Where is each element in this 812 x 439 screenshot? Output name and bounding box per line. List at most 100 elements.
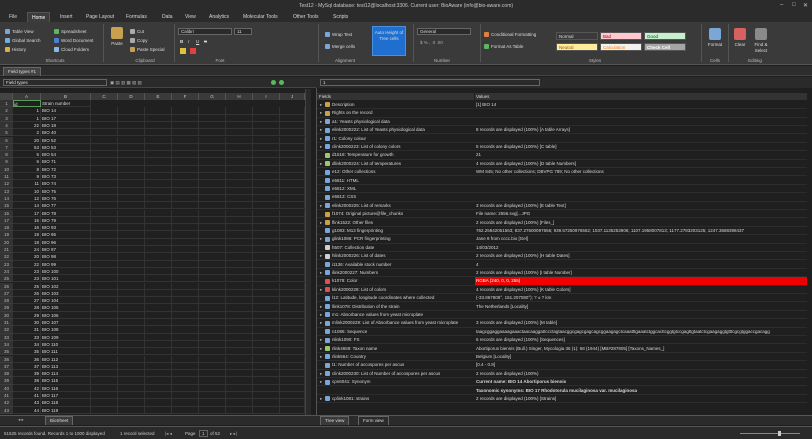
tree-field[interactable]: ▸ mlink2000229: List of Absorbance values… xyxy=(317,319,474,326)
cell-strain-number[interactable]: BIO 105 xyxy=(41,304,91,312)
empty-cell[interactable] xyxy=(226,194,253,203)
tree-field[interactable]: ▸ glink1086: PCR fingerprinting xyxy=(317,235,474,242)
table-row[interactable]: 25 23 BIO 101 xyxy=(0,275,305,283)
empty-cell[interactable] xyxy=(118,282,145,290)
empty-cell[interactable] xyxy=(172,143,199,152)
empty-cell[interactable] xyxy=(145,282,172,290)
table-view-button[interactable]: Table View xyxy=(5,29,34,35)
find-select-button[interactable]: Find & Select xyxy=(750,28,772,53)
minimize-button[interactable]: – xyxy=(780,2,783,8)
empty-cell[interactable] xyxy=(91,129,118,137)
empty-cell[interactable] xyxy=(145,216,172,225)
empty-cell[interactable] xyxy=(91,202,118,210)
empty-cell[interactable] xyxy=(172,158,199,166)
tree-value[interactable]: Abortiporus biennis (Bull.) Singer, Myco… xyxy=(475,345,807,352)
table-row[interactable]: 27 26 BIO 103 xyxy=(0,289,305,298)
empty-cell[interactable] xyxy=(145,136,172,144)
empty-cell[interactable] xyxy=(226,238,253,246)
empty-cell[interactable] xyxy=(118,143,145,152)
tree-value[interactable]: 21 xyxy=(475,151,807,158)
tree-row[interactable]: e5812: XML xyxy=(317,185,807,194)
tree-value[interactable]: 762.25842051563; 837.27600097656; 939.57… xyxy=(475,227,807,234)
empty-cell[interactable] xyxy=(253,151,280,159)
empty-cell[interactable] xyxy=(118,348,145,356)
number-format-select[interactable]: General xyxy=(417,28,471,35)
row-number[interactable]: 38 xyxy=(0,370,13,378)
empty-cell[interactable] xyxy=(91,121,118,130)
empty-cell[interactable] xyxy=(118,136,145,144)
tree-row[interactable]: ▸ nlink1090: FS 6 records are displayed (1… xyxy=(317,336,807,345)
history-button[interactable]: History xyxy=(5,47,26,53)
tree-value[interactable]: 3 records are displayed (100%) [M table] xyxy=(475,319,807,326)
empty-cell[interactable] xyxy=(145,173,172,181)
cell-strain-number[interactable]: BIO 99 xyxy=(41,260,91,268)
row-number[interactable]: 33 xyxy=(0,333,13,341)
tree-field[interactable]: ▸ a1: Yeasts physiological data xyxy=(317,118,474,125)
row-number[interactable]: 18 xyxy=(0,224,13,232)
tree-row[interactable]: i1136: Available stock number 4 xyxy=(317,261,807,269)
empty-cell[interactable] xyxy=(118,377,145,385)
tree-field[interactable]: e5811: HTML xyxy=(317,177,474,184)
cell-strain-number[interactable]: BIO 116 xyxy=(41,384,91,392)
empty-cell[interactable] xyxy=(145,297,172,305)
empty-cell[interactable] xyxy=(199,377,226,385)
empty-cell[interactable] xyxy=(145,143,172,152)
zoom-slider[interactable] xyxy=(740,433,800,434)
cell-strain-number[interactable]: BIO 73 xyxy=(41,173,91,181)
empty-cell[interactable] xyxy=(226,267,253,276)
tree-field[interactable]: ▸ nlink1090: FS xyxy=(317,336,474,343)
empty-cell[interactable] xyxy=(226,173,253,181)
tree-row[interactable]: ▸ Rights on the record xyxy=(317,109,807,118)
empty-cell[interactable] xyxy=(226,333,253,341)
empty-cell[interactable] xyxy=(91,238,118,246)
empty-cell[interactable] xyxy=(145,348,172,356)
close-button[interactable]: ✕ xyxy=(803,2,808,9)
empty-cell[interactable] xyxy=(280,289,305,298)
empty-cell[interactable] xyxy=(145,355,172,363)
tree-field[interactable]: ▸ m1: Absorbance values from yeast microp… xyxy=(317,311,474,318)
global-search-button[interactable]: Global Search xyxy=(5,38,41,44)
empty-cell[interactable] xyxy=(199,326,226,334)
font-family-select[interactable]: Calibri xyxy=(178,28,232,35)
expand-arrow-icon[interactable]: ▸ xyxy=(320,353,324,360)
tree-row[interactable]: ▸ elink2000225: List of remarks 3 records … xyxy=(317,202,807,210)
empty-cell[interactable] xyxy=(172,267,199,276)
empty-cell[interactable] xyxy=(118,151,145,159)
empty-cell[interactable] xyxy=(280,158,305,166)
empty-cell[interactable] xyxy=(91,304,118,312)
tree-field[interactable]: ▸ llink1078: Distribution of the strain xyxy=(317,303,474,310)
empty-cell[interactable] xyxy=(199,238,226,246)
page-nav-next[interactable]: ▸ ▸| xyxy=(230,431,237,437)
empty-cell[interactable] xyxy=(118,165,145,173)
empty-cell[interactable] xyxy=(145,114,172,122)
style-normal[interactable]: Normal xyxy=(556,32,598,40)
empty-cell[interactable] xyxy=(172,224,199,232)
empty-cell[interactable] xyxy=(118,289,145,298)
tree-field[interactable]: t1: Number of accospores per ascus xyxy=(317,361,474,368)
empty-cell[interactable] xyxy=(280,136,305,144)
empty-cell[interactable] xyxy=(172,406,199,414)
table-row[interactable]: 29 28 BIO 105 xyxy=(0,304,305,312)
table-row[interactable]: 3 1 BIO 17 xyxy=(0,114,305,122)
tree-row[interactable]: ▸ cplink1081: strains 2 records are displa… xyxy=(317,395,807,404)
empty-cell[interactable] xyxy=(280,143,305,152)
column-header-e[interactable]: E xyxy=(145,93,172,100)
cell-id[interactable]: 36 xyxy=(13,355,41,363)
cell-strain-number[interactable]: BIO 18 xyxy=(41,121,91,130)
tree-field[interactable]: e5812: XML xyxy=(317,185,474,192)
tree-value[interactable]: RGBA (240, 0, 0, 255) xyxy=(475,277,807,285)
empty-cell[interactable] xyxy=(91,114,118,122)
cell-id[interactable]: 43 xyxy=(13,399,41,407)
empty-cell[interactable] xyxy=(118,297,145,305)
empty-cell[interactable] xyxy=(199,355,226,363)
cell-strain-number[interactable]: BIO 114 xyxy=(41,370,91,378)
empty-cell[interactable] xyxy=(91,282,118,290)
cell-id[interactable]: 28 xyxy=(13,304,41,312)
cell-id[interactable]: 44 xyxy=(13,406,41,414)
empty-cell[interactable] xyxy=(118,362,145,371)
column-header-i[interactable]: I xyxy=(253,93,280,100)
number-format-buttons[interactable]: $ % , .0 .00 xyxy=(420,40,460,46)
empty-cell[interactable] xyxy=(253,267,280,276)
row-number[interactable]: 15 xyxy=(0,202,13,210)
empty-cell[interactable] xyxy=(280,151,305,159)
